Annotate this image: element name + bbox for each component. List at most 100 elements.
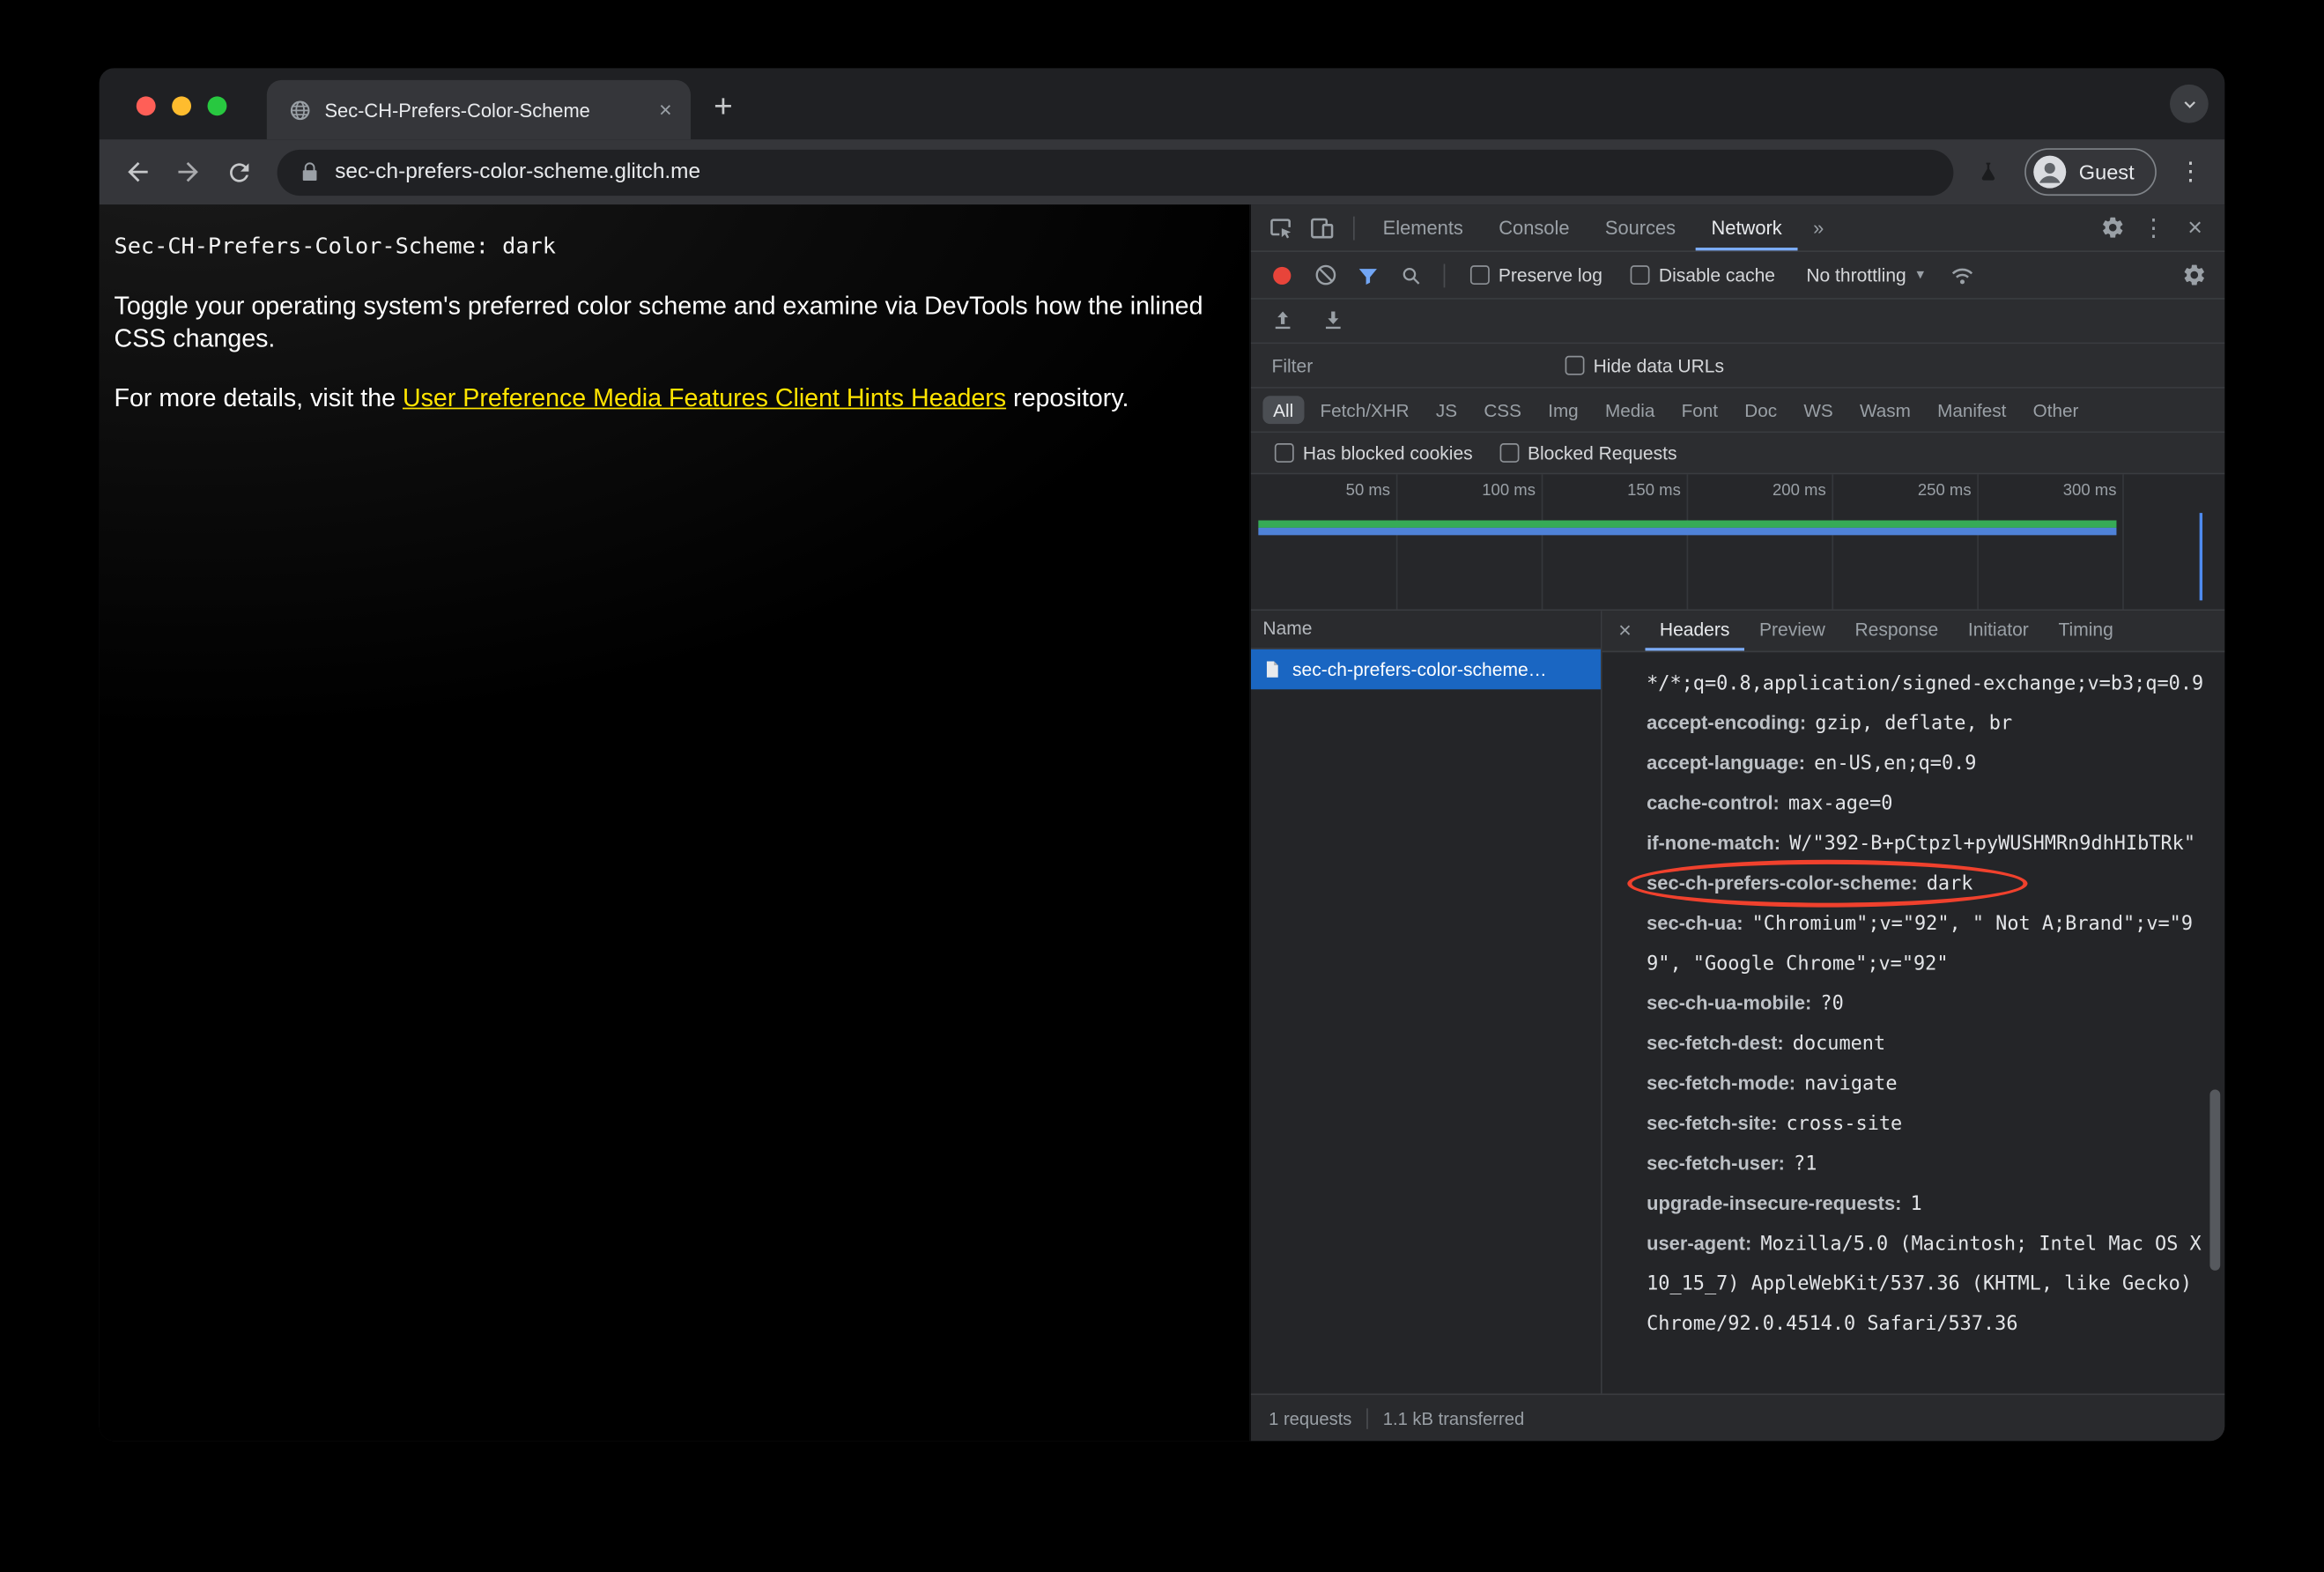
request-name: sec-ch-prefers-color-scheme… [1292, 658, 1547, 680]
request-details-panel: × Headers Preview Response Initiator Tim… [1602, 611, 2225, 1394]
flask-extension-icon[interactable] [1968, 152, 2009, 193]
import-har-button[interactable] [1262, 301, 1301, 340]
devtools-close-icon[interactable]: × [2176, 208, 2215, 247]
more-panels-icon[interactable]: » [1802, 217, 1836, 239]
reload-button[interactable] [215, 148, 263, 196]
devtools-settings-button[interactable] [2093, 208, 2132, 247]
filter-pill-fetch-xhr[interactable]: Fetch/XHR [1310, 396, 1420, 424]
timeline-label: 100 ms [1482, 481, 1536, 500]
header-value: W/"392-B+pCtpzl+pyWUSHMRn9dhHIbTRk" [1789, 833, 2195, 856]
preserve-log-checkbox[interactable]: Preserve log [1469, 264, 1602, 285]
client-hints-repo-link[interactable]: User Preference Media Features Client Hi… [403, 384, 1006, 412]
throttling-select[interactable]: No throttling ▾ [1806, 264, 1924, 285]
filter-pill-manifest[interactable]: Manifest [1927, 396, 2017, 424]
filter-pill-ws[interactable]: WS [1794, 396, 1844, 424]
request-header-row: upgrade-insecure-requests: 1 [1647, 1184, 2204, 1224]
device-toolbar-button[interactable] [1303, 208, 1342, 247]
fullscreen-window-button[interactable] [207, 96, 227, 116]
forward-button[interactable] [165, 148, 212, 196]
document-icon [1266, 661, 1278, 678]
filter-pill-js[interactable]: JS [1425, 396, 1468, 424]
details-paragraph: For more details, visit the User Prefere… [115, 382, 1238, 414]
header-name: sec-fetch-user: [1647, 1152, 1785, 1175]
filter-input[interactable] [1262, 352, 1554, 379]
header-value: ?1 [1794, 1153, 1817, 1176]
devtools-menu-icon[interactable]: ⋮ [2135, 208, 2173, 247]
filter-pill-doc[interactable]: Doc [1735, 396, 1787, 424]
timeline-gridline [1686, 474, 1689, 610]
address-bar[interactable]: sec-ch-prefers-color-scheme.glitch.me [277, 149, 1953, 196]
tab-sources[interactable]: Sources [1588, 204, 1691, 250]
export-har-button[interactable] [1314, 301, 1352, 340]
header-value: max-age=0 [1787, 793, 1893, 816]
tab-preview[interactable]: Preview [1744, 611, 1839, 650]
network-settings-button[interactable] [2174, 256, 2213, 294]
filter-pill-img[interactable]: Img [1537, 396, 1588, 424]
overview-blue-band [1258, 527, 2117, 536]
filter-pill-wasm[interactable]: Wasm [1849, 396, 1921, 424]
filter-row: Hide data URLs [1250, 344, 2225, 389]
close-window-button[interactable] [136, 96, 156, 116]
tab-title: Sec-CH-Prefers-Color-Scheme [324, 98, 590, 122]
filter-toggle-button[interactable] [1349, 256, 1388, 294]
header-value: 1 [1910, 1193, 1922, 1216]
filter-pill-other[interactable]: Other [2023, 396, 2089, 424]
browser-menu-icon[interactable]: ⋮ [2172, 152, 2210, 191]
inspect-cursor-icon [1270, 218, 1292, 238]
network-search-button[interactable] [1392, 256, 1431, 294]
page-content: Sec-CH-Prefers-Color-Scheme: dark Toggle… [99, 204, 1250, 1442]
back-button[interactable] [115, 148, 162, 196]
divider [1353, 215, 1355, 240]
tab-headers[interactable]: Headers [1645, 611, 1744, 650]
filter-pill-css[interactable]: CSS [1474, 396, 1532, 424]
request-row[interactable]: sec-ch-prefers-color-scheme… [1250, 649, 1601, 690]
tab-search-button[interactable] [2170, 84, 2209, 123]
request-header-row: if-none-match: W/"392-B+pCtpzl+pyWUSHMRn9… [1647, 824, 2204, 864]
inspect-element-button[interactable] [1262, 208, 1300, 247]
minimize-window-button[interactable] [172, 96, 192, 116]
header-name: sec-fetch-mode: [1647, 1071, 1796, 1094]
close-details-icon[interactable]: × [1605, 619, 1645, 644]
tab-console[interactable]: Console [1483, 204, 1586, 250]
checkbox-icon [1630, 265, 1650, 285]
header-value: dark [1926, 872, 1973, 896]
request-header-row: sec-fetch-dest: document [1647, 1025, 2204, 1064]
header-name: accept-encoding: [1647, 711, 1807, 734]
filter-pill-all[interactable]: All [1262, 396, 1304, 425]
new-tab-button[interactable]: + [702, 86, 744, 128]
timeline-gridline [1541, 474, 1543, 610]
tab-close-icon[interactable]: × [652, 96, 678, 122]
requests-count: 1 requests [1269, 1407, 1352, 1428]
network-conditions-button[interactable] [1943, 256, 1982, 294]
browser-tab[interactable]: Sec-CH-Prefers-Color-Scheme × [266, 79, 691, 140]
header-name: sec-fetch-site: [1647, 1111, 1778, 1135]
profile-button[interactable]: Guest [2024, 148, 2157, 196]
header-name: user-agent: [1647, 1232, 1752, 1255]
filter-pill-media[interactable]: Media [1595, 396, 1665, 424]
request-header-row: */*;q=0.8,application/signed-exchange;v=… [1647, 664, 2204, 704]
reload-icon [229, 162, 248, 182]
tab-network[interactable]: Network [1695, 204, 1798, 250]
network-overview-timeline[interactable]: 50 ms 100 ms 150 ms 200 ms 250 ms 300 ms [1250, 474, 2225, 612]
header-name: sec-ch-ua-mobile: [1647, 991, 1812, 1014]
tab-elements[interactable]: Elements [1366, 204, 1479, 250]
has-blocked-cookies-checkbox[interactable]: Has blocked cookies [1274, 442, 1473, 463]
filter-pill-font[interactable]: Font [1671, 396, 1728, 424]
tab-initiator[interactable]: Initiator [1953, 611, 2044, 650]
blocked-requests-checkbox[interactable]: Blocked Requests [1499, 442, 1676, 463]
request-header-row: sec-ch-ua-mobile: ?0 [1647, 984, 2204, 1024]
requests-name-column-header[interactable]: Name [1250, 611, 1601, 649]
request-headers-list: */*;q=0.8,application/signed-exchange;v=… [1602, 652, 2225, 1393]
header-name: cache-control: [1647, 791, 1780, 814]
disable-cache-checkbox[interactable]: Disable cache [1630, 264, 1775, 285]
hide-data-urls-checkbox[interactable]: Hide data URLs [1565, 354, 1725, 376]
url-text: sec-ch-prefers-color-scheme.glitch.me [335, 159, 701, 184]
clear-network-log-button[interactable] [1306, 256, 1344, 294]
timeline-label: 200 ms [1773, 481, 1826, 500]
hide-data-urls-label: Hide data URLs [1593, 354, 1725, 376]
scrollbar-thumb[interactable] [2209, 1089, 2221, 1271]
record-network-log-button[interactable] [1262, 256, 1301, 294]
timeline-label: 250 ms [1917, 481, 1972, 500]
tab-response[interactable]: Response [1840, 611, 1953, 650]
tab-timing[interactable]: Timing [2044, 611, 2128, 650]
